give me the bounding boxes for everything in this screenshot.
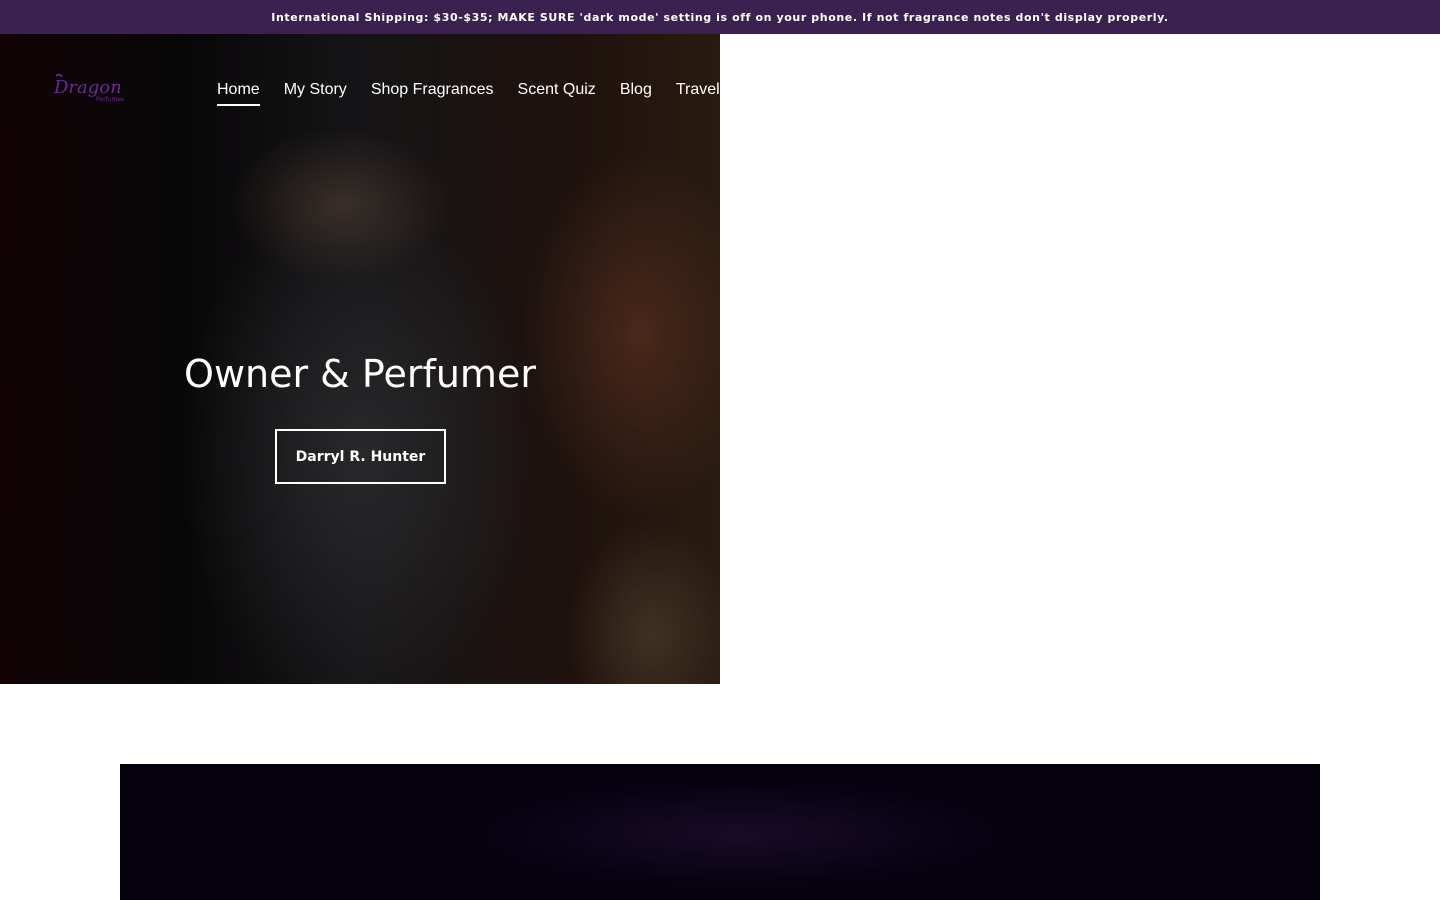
hero-title: Owner & Perfumer [184,352,536,396]
nav-my-story[interactable]: My Story [284,80,347,106]
nav-traveling[interactable]: Traveling [676,80,720,106]
hero-section: Dragon Perfumes Home My Story Shop Fragr… [0,34,720,684]
owner-name-button[interactable]: Darryl R. Hunter [275,429,446,484]
brand-logo[interactable]: Dragon Perfumes [52,72,126,104]
nav-scent-quiz[interactable]: Scent Quiz [518,80,596,106]
nav-shop-fragrances[interactable]: Shop Fragrances [371,80,494,106]
announcement-bar: International Shipping: $30-$35; MAKE SU… [0,0,1440,34]
dragon-logo-icon: Dragon Perfumes [53,73,124,103]
announcement-text: International Shipping: $30-$35; MAKE SU… [271,10,1169,24]
logo-wordmark: Dragon [53,77,122,98]
nav-blog[interactable]: Blog [620,80,652,106]
logo-subtitle: Perfumes [96,96,124,103]
video-banner[interactable] [120,764,1320,900]
main-nav: Home My Story Shop Fragrances Scent Quiz… [217,80,720,106]
nav-home[interactable]: Home [217,80,260,106]
